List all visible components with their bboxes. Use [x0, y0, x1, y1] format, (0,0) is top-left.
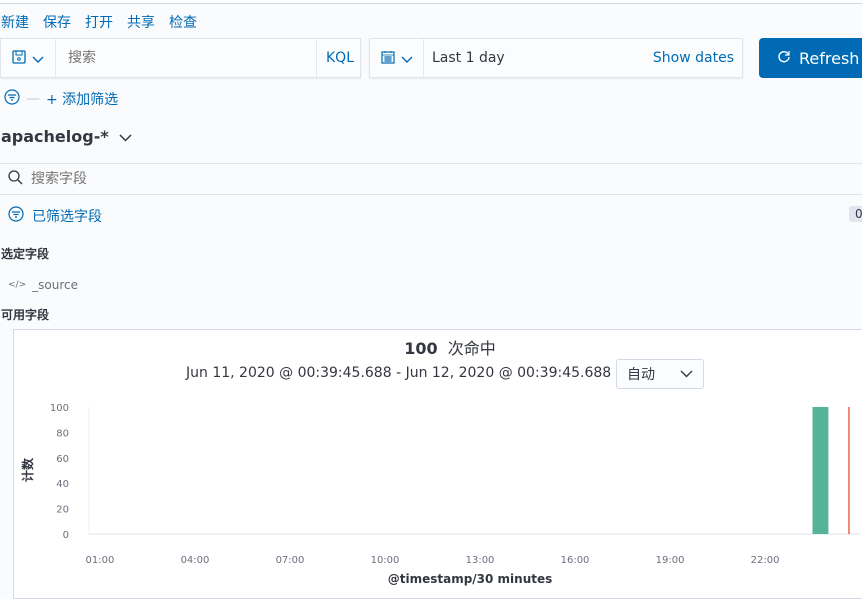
x-tick-label: 16:00 — [561, 555, 590, 566]
y-tick-label: 60 — [56, 454, 69, 465]
y-tick-label: 20 — [56, 505, 69, 516]
y-tick-label: 0 — [63, 530, 69, 541]
x-tick-label: 22:00 — [751, 555, 780, 566]
bar — [812, 407, 829, 534]
x-tick-label: 04:00 — [181, 555, 210, 566]
histogram-chart: 0 20 40 60 80 100 01:00 04:00 07:00 10:00 13:00 16:… — [20, 403, 860, 586]
y-tick-label: 100 — [50, 403, 69, 414]
x-tick-label: 19:00 — [656, 555, 685, 566]
x-axis-title: @timestamp/30 minutes — [388, 572, 553, 586]
x-tick-label: 07:00 — [276, 555, 305, 566]
y-axis-title: 计数 — [20, 457, 35, 482]
x-tick-label: 01:00 — [86, 555, 115, 566]
x-tick-label: 10:00 — [371, 555, 400, 566]
y-tick-label: 40 — [56, 479, 69, 490]
y-tick-label: 80 — [56, 428, 69, 439]
x-tick-label: 13:00 — [466, 555, 495, 566]
